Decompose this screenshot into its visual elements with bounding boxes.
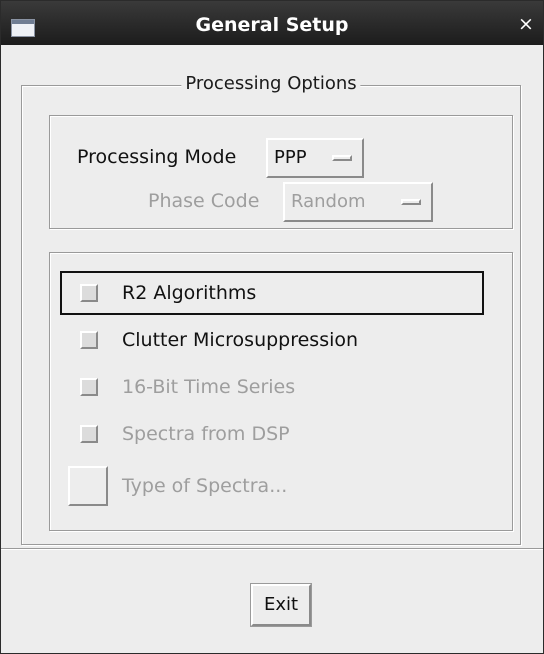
16-bit-time-series-checkbox[interactable] [80,378,98,396]
phase-code-label: Phase Code [148,190,260,212]
checkbox-row-spectra-from-dsp[interactable]: Spectra from DSP [60,412,484,456]
checkbox-row-clutter-microsuppression[interactable]: Clutter Microsuppression [60,318,484,362]
clutter-microsuppression-label: Clutter Microsuppression [122,329,359,351]
mode-group: Processing Mode PPP Phase Code Random [49,115,513,229]
checkbox-row-16-bit-time-series[interactable]: 16-Bit Time Series [60,365,484,409]
type-of-spectra-button[interactable] [68,466,108,506]
r2-algorithms-label: R2 Algorithms [122,282,257,304]
type-of-spectra-label: Type of Spectra... [122,475,288,497]
phase-code-value: Random [291,191,366,212]
close-button[interactable]: × [517,15,535,34]
type-of-spectra-row: Type of Spectra... [60,459,484,513]
clutter-microsuppression-checkbox[interactable] [80,331,98,349]
phase-code-menu[interactable]: Random [283,182,433,222]
window-title: General Setup [195,14,349,36]
r2-algorithms-checkbox[interactable] [80,284,98,302]
spectra-from-dsp-checkbox[interactable] [80,425,98,443]
option-menu-indicator-icon [401,199,421,205]
option-menu-indicator-icon [332,155,352,161]
footer-separator [1,548,543,550]
processing-options-frame: Processing Options Processing Mode PPP P… [21,73,521,545]
exit-button[interactable]: Exit [250,583,312,627]
processing-mode-value: PPP [274,147,307,168]
processing-mode-label: Processing Mode [77,146,237,168]
processing-mode-menu[interactable]: PPP [266,138,364,178]
spectra-from-dsp-label: Spectra from DSP [122,423,290,445]
dialog-body: Processing Options Processing Mode PPP P… [1,45,543,653]
general-setup-window: General Setup × Processing Options Proce… [0,0,544,654]
title-bar[interactable]: General Setup × [1,1,543,45]
checkbox-row-r2-algorithms[interactable]: R2 Algorithms [60,271,484,315]
processing-options-legend: Processing Options [181,73,361,94]
16-bit-time-series-label: 16-Bit Time Series [122,376,296,398]
options-group: R2 Algorithms Clutter Microsuppression 1… [49,252,513,531]
